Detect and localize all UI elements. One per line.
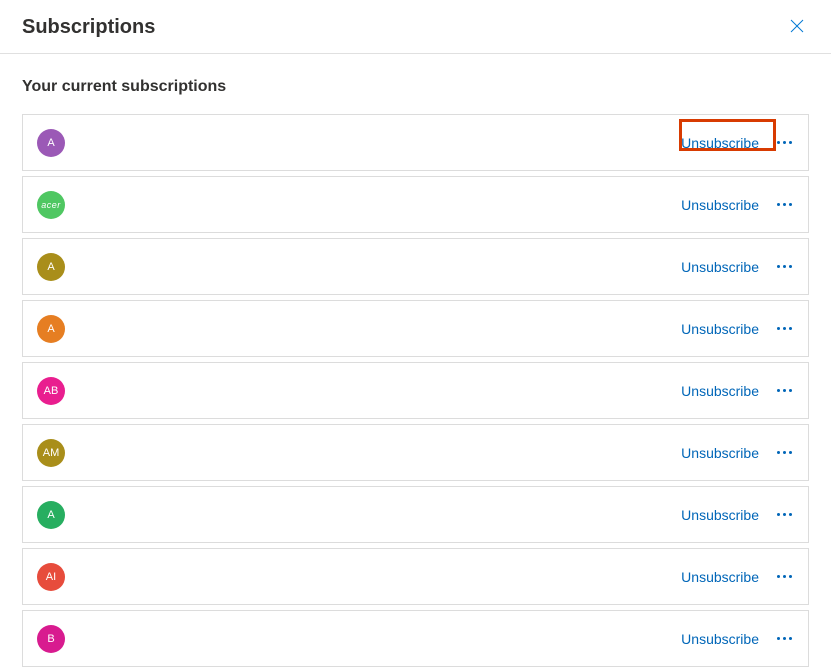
more-options-icon[interactable] [773,385,796,396]
more-options-icon[interactable] [773,571,796,582]
avatar: A [37,129,65,157]
panel-header: Subscriptions [0,0,831,54]
subscription-list: AUnsubscribeacerUnsubscribeAUnsubscribeA… [22,114,809,667]
more-options-icon[interactable] [773,199,796,210]
section-title: Your current subscriptions [22,78,809,96]
subscription-row: A Unsubscribe [22,114,809,171]
avatar: AI [37,563,65,591]
close-icon[interactable] [785,14,809,41]
unsubscribe-link[interactable]: Unsubscribe [681,383,759,399]
unsubscribe-link[interactable]: Unsubscribe [681,135,759,151]
subscription-row: acer Unsubscribe [22,176,809,233]
unsubscribe-link[interactable]: Unsubscribe [681,569,759,585]
panel-content: Your current subscriptions AUnsubscribea… [0,54,831,667]
panel-title: Subscriptions [22,16,155,39]
unsubscribe-link[interactable]: Unsubscribe [681,507,759,523]
more-options-icon[interactable] [773,633,796,644]
more-options-icon[interactable] [773,509,796,520]
avatar: A [37,501,65,529]
subscription-row: AB Unsubscribe [22,362,809,419]
subscription-row: A Unsubscribe [22,300,809,357]
subscription-row: B Unsubscribe [22,610,809,667]
unsubscribe-link[interactable]: Unsubscribe [681,321,759,337]
unsubscribe-link[interactable]: Unsubscribe [681,445,759,461]
unsubscribe-link[interactable]: Unsubscribe [681,197,759,213]
more-options-icon[interactable] [773,447,796,458]
subscription-row: AI Unsubscribe [22,548,809,605]
avatar: B [37,625,65,653]
more-options-icon[interactable] [773,137,796,148]
unsubscribe-link[interactable]: Unsubscribe [681,631,759,647]
subscription-row: A Unsubscribe [22,486,809,543]
subscription-row: AM Unsubscribe [22,424,809,481]
avatar: acer [37,191,65,219]
avatar: AM [37,439,65,467]
avatar: A [37,315,65,343]
more-options-icon[interactable] [773,323,796,334]
avatar: A [37,253,65,281]
unsubscribe-link[interactable]: Unsubscribe [681,259,759,275]
subscription-row: A Unsubscribe [22,238,809,295]
avatar: AB [37,377,65,405]
more-options-icon[interactable] [773,261,796,272]
